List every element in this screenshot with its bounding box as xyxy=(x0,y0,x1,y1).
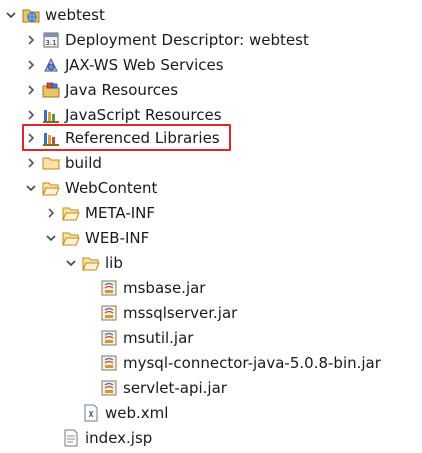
tree-item-label: build xyxy=(65,153,102,172)
jar-file-icon xyxy=(100,279,118,297)
svg-text:X: X xyxy=(89,410,94,419)
chevron-down-icon[interactable] xyxy=(24,181,38,195)
tree-item-label: msutil.jar xyxy=(123,328,194,347)
chevron-down-icon[interactable] xyxy=(64,256,78,270)
jar-file-icon xyxy=(100,304,118,322)
tree-item-label: webtest xyxy=(45,5,105,24)
tree-item-label: WEB-INF xyxy=(85,228,150,247)
chevron-right-icon[interactable] xyxy=(24,58,38,72)
java-resources-icon xyxy=(42,81,60,99)
jar-file-icon xyxy=(100,354,118,372)
tree-item-label: Deployment Descriptor: webtest xyxy=(65,30,309,49)
folder-icon xyxy=(42,154,60,172)
tree-item-lib[interactable]: lib xyxy=(64,250,123,275)
tree-item-deployment-descriptor[interactable]: 3.1 Deployment Descriptor: webtest xyxy=(24,27,309,52)
tree-item-label: mysql-connector-java-5.0.8-bin.jar xyxy=(123,353,381,372)
tree-item-web-xml[interactable]: X web.xml xyxy=(82,400,168,425)
chevron-right-icon[interactable] xyxy=(24,83,38,97)
tree-item-label: web.xml xyxy=(105,403,169,422)
tree-item-label: servlet-api.jar xyxy=(123,378,227,397)
tree-item-jar[interactable]: mysql-connector-java-5.0.8-bin.jar xyxy=(100,350,381,375)
tree-item-jar[interactable]: msutil.jar xyxy=(100,325,193,350)
tree-item-label: mssqlserver.jar xyxy=(123,303,238,322)
tree-item-label: META-INF xyxy=(85,203,156,222)
folder-open-icon xyxy=(82,254,100,272)
tree-item-label: msbase.jar xyxy=(123,278,206,297)
tree-item-jar[interactable]: servlet-api.jar xyxy=(100,375,227,400)
tree-item-build[interactable]: build xyxy=(24,150,102,175)
chevron-right-icon[interactable] xyxy=(24,156,38,170)
chevron-right-icon[interactable] xyxy=(44,206,58,220)
tree-item-label: JAX-WS Web Services xyxy=(65,55,224,74)
jsp-file-icon xyxy=(62,429,80,447)
project-explorer-tree: webtest 3.1 Deployment Descriptor: webte… xyxy=(0,0,422,453)
chevron-right-icon[interactable] xyxy=(24,33,38,47)
folder-open-icon xyxy=(62,229,80,247)
folder-open-icon xyxy=(42,179,60,197)
javascript-resources-icon xyxy=(42,106,60,124)
chevron-down-icon[interactable] xyxy=(44,231,58,245)
tree-item-label: JavaScript Resources xyxy=(65,105,222,124)
tree-item-java-resources[interactable]: Java Resources xyxy=(24,77,178,102)
tree-item-jax-ws[interactable]: JAX-WS Web Services xyxy=(24,52,224,77)
folder-open-icon xyxy=(62,204,80,222)
tree-item-meta-inf[interactable]: META-INF xyxy=(44,200,155,225)
svg-text:3.1: 3.1 xyxy=(45,39,56,47)
web-project-icon xyxy=(22,6,40,24)
tree-item-label: index.jsp xyxy=(85,428,153,447)
tree-item-web-inf[interactable]: WEB-INF xyxy=(44,225,149,250)
tree-item-label: Java Resources xyxy=(65,80,179,99)
tree-item-webcontent[interactable]: WebContent xyxy=(24,175,157,200)
tree-item-webtest[interactable]: webtest xyxy=(4,2,105,27)
tree-item-index-jsp[interactable]: index.jsp xyxy=(62,425,152,450)
highlight-box xyxy=(22,124,231,151)
jar-file-icon xyxy=(100,379,118,397)
web-services-icon xyxy=(42,56,60,74)
xml-file-icon: X xyxy=(82,404,100,422)
deployment-descriptor-icon: 3.1 xyxy=(42,31,60,49)
tree-item-label: WebContent xyxy=(65,178,158,197)
tree-item-jar[interactable]: mssqlserver.jar xyxy=(100,300,237,325)
chevron-down-icon[interactable] xyxy=(4,8,18,22)
tree-item-jar[interactable]: msbase.jar xyxy=(100,275,205,300)
chevron-right-icon[interactable] xyxy=(24,108,38,122)
jar-file-icon xyxy=(100,329,118,347)
tree-item-label: lib xyxy=(105,253,123,272)
